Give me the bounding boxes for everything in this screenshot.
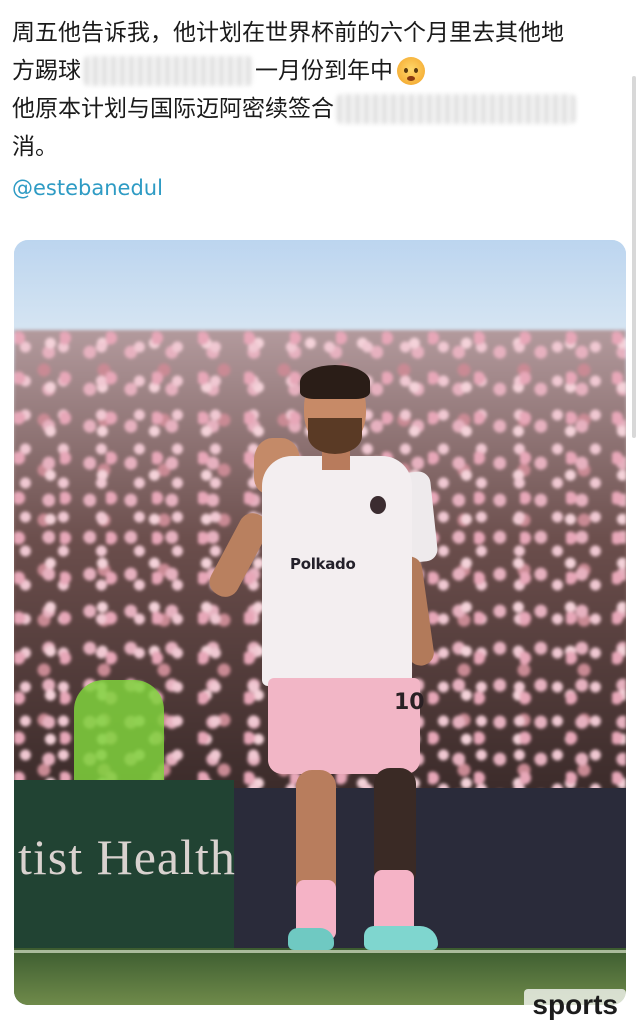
shorts-number: 10 [394, 690, 425, 715]
exploding-head-emoji-icon [397, 57, 425, 85]
hair [300, 365, 370, 399]
sponsor-board-text: tist Health [18, 829, 236, 885]
post-line-4-text: 消。 [12, 134, 58, 160]
redacted-blur [336, 94, 576, 124]
beard [308, 418, 362, 454]
post-line-3-start: 他原本计划与国际迈阿密续签合 [12, 96, 334, 122]
post-line-2-end: 一月份到年中 [255, 58, 393, 84]
player: Polkado 10 [204, 360, 454, 960]
club-crest-icon [370, 496, 386, 514]
post-line-4: 消。 [12, 128, 612, 166]
redacted-blur [83, 56, 253, 86]
left-boot [288, 928, 334, 950]
scrollbar[interactable] [632, 76, 636, 438]
post-photo[interactable]: tist Health Polkado 10 [14, 240, 626, 1005]
right-boot [364, 926, 438, 950]
post-line-2: 方踢球 一月份到年中 [12, 52, 612, 90]
post-line-2-start: 方踢球 [12, 58, 81, 84]
post-text: 周五他告诉我，他计划在世界杯前的六个月里去其他地 方踢球 一月份到年中 他原本计… [12, 14, 612, 166]
jersey-sponsor: Polkado [290, 555, 356, 573]
photographer [74, 680, 164, 790]
post-line-1: 周五他告诉我，他计划在世界杯前的六个月里去其他地 [12, 14, 612, 52]
post-line-3: 他原本计划与国际迈阿密续签合 [12, 90, 612, 128]
mention-link[interactable]: @estebanedul [12, 176, 163, 200]
post-line-1-text: 周五他告诉我，他计划在世界杯前的六个月里去其他地 [12, 20, 564, 46]
watermark-logo: sports [524, 989, 626, 1021]
